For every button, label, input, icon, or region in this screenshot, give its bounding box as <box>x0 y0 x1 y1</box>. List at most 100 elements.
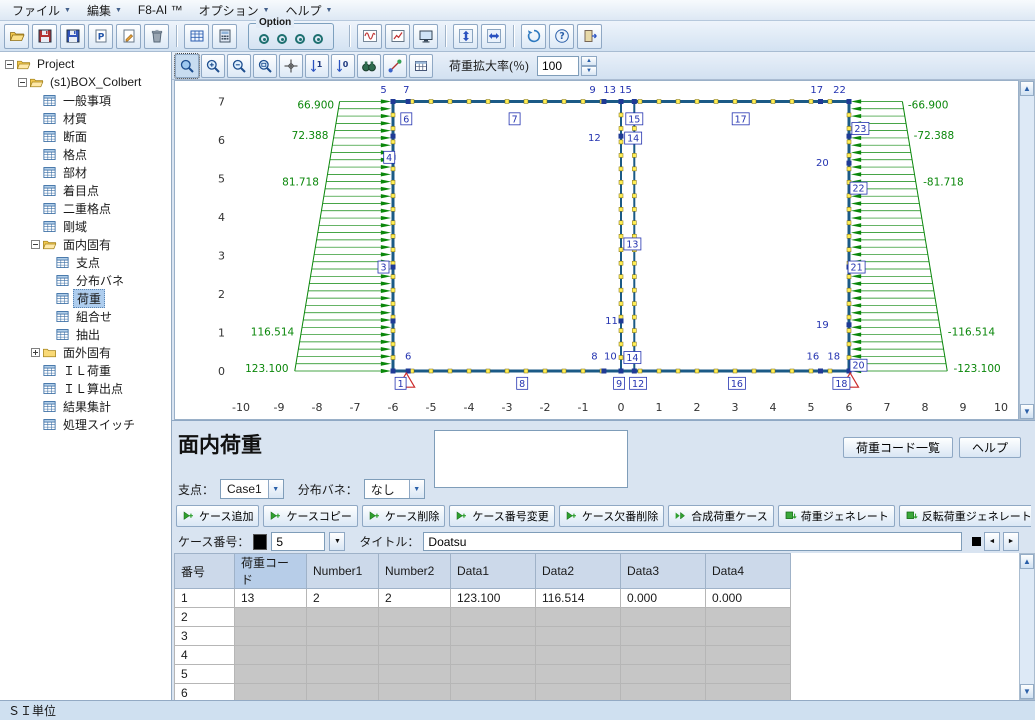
tree-item-支点[interactable]: 支点 <box>0 253 171 271</box>
grid-cell[interactable] <box>307 665 379 684</box>
grid-table-button[interactable] <box>184 24 209 49</box>
save-blue-button[interactable] <box>60 24 85 49</box>
case-number-input[interactable] <box>271 532 325 551</box>
grid-cell[interactable] <box>307 684 379 701</box>
grid-cell[interactable] <box>307 646 379 665</box>
case-renumber-button[interactable]: ケース番号変更 <box>449 505 554 527</box>
grid-cell[interactable] <box>706 684 791 701</box>
scroll-up-button[interactable]: ▲ <box>1020 81 1034 96</box>
case-add-button[interactable]: ケース追加 <box>176 505 259 527</box>
next-case-button[interactable]: ► <box>1003 532 1019 551</box>
tree-item-断面[interactable]: 断面 <box>0 127 171 145</box>
tree-item-面外固有[interactable]: 面外固有 <box>0 343 171 361</box>
collapse-icon[interactable] <box>30 240 41 249</box>
grid-cell[interactable] <box>536 608 621 627</box>
option-radio-3[interactable] <box>295 34 305 44</box>
tree-item-ＩＬ荷重[interactable]: ＩＬ荷重 <box>0 361 171 379</box>
zoom-window-button[interactable] <box>253 54 277 78</box>
scroll-up-button[interactable]: ▲ <box>1020 554 1034 569</box>
toggle-node-numbers-button[interactable]: 1 <box>305 54 329 78</box>
expand-icon[interactable] <box>30 348 41 357</box>
grid-cell[interactable]: 0.000 <box>621 589 706 608</box>
edit-doc-button[interactable] <box>116 24 141 49</box>
grid-header-Data2[interactable]: Data2 <box>536 554 621 589</box>
spring-select[interactable]: なし ▼ <box>364 479 425 499</box>
scroll-down-button[interactable]: ▼ <box>1020 404 1034 419</box>
menu-file[interactable]: ファイル▼ <box>4 0 79 21</box>
table-view-button[interactable] <box>409 54 433 78</box>
grid-cell[interactable] <box>307 608 379 627</box>
grid-cell[interactable]: 3 <box>175 627 235 646</box>
exit-button[interactable] <box>577 24 602 49</box>
save-red-button[interactable] <box>32 24 57 49</box>
monitor-button[interactable] <box>413 24 438 49</box>
option-radio-2[interactable] <box>277 34 287 44</box>
load-scale-input[interactable] <box>537 56 579 76</box>
collapse-icon[interactable] <box>17 78 28 87</box>
tree-item-荷重[interactable]: 荷重 <box>0 289 171 307</box>
grid-cell[interactable]: 123.100 <box>451 589 536 608</box>
grid-cell[interactable] <box>379 684 451 701</box>
tree-item-部材[interactable]: 部材 <box>0 163 171 181</box>
grid-cell[interactable] <box>379 608 451 627</box>
arrows-vertical-button[interactable] <box>453 24 478 49</box>
memo-box[interactable] <box>434 430 628 488</box>
grid-cell[interactable] <box>235 646 307 665</box>
grid-cell[interactable] <box>379 665 451 684</box>
grid-cell[interactable] <box>451 608 536 627</box>
toggle-elem-numbers-button[interactable]: 0 <box>331 54 355 78</box>
grid-cell[interactable] <box>235 627 307 646</box>
collapse-icon[interactable] <box>4 60 15 69</box>
support-case-select[interactable]: Case1 ▼ <box>220 479 284 499</box>
tree-item-二重格点[interactable]: 二重格点 <box>0 199 171 217</box>
reverse-load-generate-button[interactable]: 反転荷重ジェネレート <box>899 505 1031 527</box>
tree-item-一般事項[interactable]: 一般事項 <box>0 91 171 109</box>
grid-cell[interactable] <box>536 684 621 701</box>
grid-cell[interactable] <box>706 646 791 665</box>
measure-button[interactable] <box>383 54 407 78</box>
tree-item-材質[interactable]: 材質 <box>0 109 171 127</box>
grid-cell[interactable]: 5 <box>175 665 235 684</box>
chevron-down-icon[interactable]: ▼ <box>268 480 283 498</box>
chevron-down-icon[interactable]: ▼ <box>409 480 424 498</box>
tree-item-剛域[interactable]: 剛域 <box>0 217 171 235</box>
load-generate-button[interactable]: 荷重ジェネレート <box>778 505 895 527</box>
tree-item-処理スイッチ[interactable]: 処理スイッチ <box>0 415 171 433</box>
grid-header-Data1[interactable]: Data1 <box>451 554 536 589</box>
help-button[interactable]: ヘルプ <box>959 437 1021 458</box>
tree-item-結果集計[interactable]: 結果集計 <box>0 397 171 415</box>
tree-item-面内固有[interactable]: 面内固有 <box>0 235 171 253</box>
scroll-down-button[interactable]: ▼ <box>1020 684 1034 699</box>
grid-cell[interactable] <box>621 665 706 684</box>
prev-case-button[interactable]: ◄ <box>984 532 1000 551</box>
arrows-horizontal-button[interactable] <box>481 24 506 49</box>
grid-cell[interactable] <box>451 646 536 665</box>
grid-cell[interactable] <box>451 665 536 684</box>
option-radio-1[interactable] <box>259 34 269 44</box>
canvas-scrollbar[interactable]: ▲ ▼ <box>1019 80 1035 420</box>
grid-cell[interactable] <box>706 608 791 627</box>
grid-cell[interactable] <box>235 665 307 684</box>
tree-item-分布バネ[interactable]: 分布バネ <box>0 271 171 289</box>
tree-item-抽出[interactable]: 抽出 <box>0 325 171 343</box>
grid-header-Data4[interactable]: Data4 <box>706 554 791 589</box>
grid-cell[interactable]: 116.514 <box>536 589 621 608</box>
grid-scrollbar[interactable]: ▲ ▼ <box>1019 553 1035 700</box>
grid-header-番号[interactable]: 番号 <box>175 554 235 589</box>
grid-cell[interactable]: 2 <box>379 589 451 608</box>
case-delete-button[interactable]: ケース削除 <box>362 505 445 527</box>
zoom-fit-button[interactable] <box>175 54 199 78</box>
grid-cell[interactable]: 1 <box>175 589 235 608</box>
grid-cell[interactable] <box>235 684 307 701</box>
grid-header-Number2[interactable]: Number2 <box>379 554 451 589</box>
case-number-dropdown-button[interactable]: ▼ <box>329 532 345 551</box>
refresh-button[interactable] <box>521 24 546 49</box>
help-button[interactable]: ? <box>549 24 574 49</box>
grid-cell[interactable] <box>621 608 706 627</box>
binoculars-button[interactable] <box>357 54 381 78</box>
wave-button[interactable] <box>357 24 382 49</box>
combine-load-case-button[interactable]: 合成荷重ケース <box>668 505 773 527</box>
grid-header-Data3[interactable]: Data3 <box>621 554 706 589</box>
grid-header-荷重コード[interactable]: 荷重コード <box>235 554 307 589</box>
menu-edit[interactable]: 編集▼ <box>79 0 130 21</box>
